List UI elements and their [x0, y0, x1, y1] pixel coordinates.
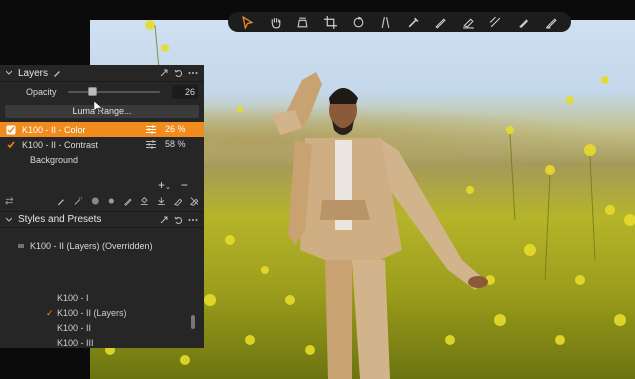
reset-icon[interactable]: [174, 69, 182, 77]
picker-icon: [408, 17, 419, 27]
preset-list: K100 - I ✓ K100 - II (Layers) K100 - II K…: [46, 291, 127, 351]
styles-title: Styles and Presets: [18, 214, 102, 225]
eraser-tool[interactable]: [457, 14, 481, 30]
layer-name: Background: [30, 154, 79, 165]
preset-label: K100 - I: [57, 293, 89, 303]
mouse-cursor-icon: [94, 101, 102, 113]
color-picker-tool[interactable]: [401, 14, 425, 30]
download-icon[interactable]: [157, 196, 166, 206]
select-tool[interactable]: [236, 14, 260, 30]
pan-tool-icon: [271, 17, 281, 28]
luma-range-button[interactable]: Luma Range...: [5, 105, 199, 118]
keystone-tool[interactable]: [374, 14, 398, 30]
keystone-tool-icon: [381, 16, 390, 28]
brush-icon: [435, 17, 446, 29]
preset-item[interactable]: K100 - II: [46, 321, 127, 336]
crop-tool-icon: [324, 15, 338, 29]
layer-add-remove: +⌄ −: [158, 178, 188, 192]
layer-item[interactable]: K100 - II - Color 26 %: [0, 122, 204, 137]
erase-mask-icon[interactable]: [173, 196, 183, 206]
swap-icon[interactable]: [5, 196, 14, 206]
pen-tool[interactable]: [539, 14, 563, 30]
eraser-icon: [462, 17, 474, 28]
copy-adjustments-icon[interactable]: [160, 69, 168, 77]
opacity-row: Opacity 26: [0, 82, 204, 102]
fill-mask-icon[interactable]: [140, 196, 149, 206]
style-dropdown[interactable]: K100 - II (Layers) (Overridden): [18, 241, 153, 251]
remove-layer-button[interactable]: −: [181, 178, 188, 192]
reset-icon[interactable]: [174, 216, 182, 224]
opacity-value-field[interactable]: 26: [172, 85, 198, 99]
checkmark-icon: ✓: [46, 308, 54, 318]
chevron-down-icon[interactable]: [6, 70, 12, 76]
layers-header[interactable]: Layers: [0, 65, 204, 82]
style-dropdown-label: K100 - II (Layers) (Overridden): [30, 241, 153, 251]
brush-mask-icon[interactable]: [57, 196, 66, 206]
preset-label: K100 - III: [57, 338, 94, 348]
layers-panel: Layers Opacity 26 Luma Range... K100 - I…: [0, 65, 204, 348]
preset-scrollbar[interactable]: [191, 315, 195, 329]
radial-mask-icon[interactable]: [91, 196, 100, 206]
sliders-icon: [146, 125, 156, 134]
rotate-tool[interactable]: [346, 14, 370, 30]
menu-icon: [18, 244, 24, 247]
linear-mask-tool[interactable]: [484, 14, 508, 30]
select-tool-icon: [242, 15, 254, 29]
clear-mask-icon[interactable]: [190, 196, 199, 206]
opacity-label: Opacity: [26, 87, 57, 97]
line-mask-icon: [490, 16, 501, 27]
layer-item[interactable]: Background: [0, 152, 204, 167]
layer-item[interactable]: K100 - II - Contrast 58 %: [0, 137, 204, 152]
add-layer-button[interactable]: +⌄: [158, 178, 171, 192]
checkbox-checked-icon: [6, 125, 16, 134]
gradient-mask-icon: [519, 18, 528, 28]
edit-icon[interactable]: [53, 69, 61, 77]
layers-title: Layers: [18, 67, 49, 79]
layer-tools-row: [0, 193, 204, 209]
layer-checkbox[interactable]: [6, 125, 16, 135]
magic-brush-icon[interactable]: [74, 196, 83, 206]
layer-name: K100 - II - Color: [22, 124, 86, 135]
layer-opacity: 58 %: [165, 139, 186, 149]
crop-tool[interactable]: [319, 14, 343, 30]
pan-tool[interactable]: [264, 14, 288, 30]
crop-shape-icon: [297, 17, 308, 27]
preset-item[interactable]: K100 - III: [46, 336, 127, 351]
pen-icon: [545, 17, 557, 29]
rotate-tool-icon: [353, 16, 363, 27]
preset-label: K100 - II (Layers): [57, 308, 127, 318]
layer-checkbox[interactable]: [6, 140, 16, 150]
more-icon[interactable]: [188, 216, 198, 224]
opacity-slider-thumb[interactable]: [88, 87, 97, 96]
pencil-icon[interactable]: [124, 196, 133, 206]
dot-icon[interactable]: [107, 196, 116, 206]
styles-header[interactable]: Styles and Presets: [0, 211, 204, 228]
layer-opacity: 26 %: [165, 124, 186, 134]
opacity-slider-track[interactable]: [68, 91, 160, 93]
chevron-down-icon[interactable]: [6, 217, 12, 223]
sliders-icon: [146, 140, 156, 149]
layer-name: K100 - II - Contrast: [22, 139, 99, 150]
tool-bar: [228, 12, 571, 32]
crop-shape-tool[interactable]: [291, 14, 315, 30]
person-figure: [272, 72, 488, 379]
gradient-mask-tool[interactable]: [512, 14, 536, 30]
preset-item[interactable]: K100 - I: [46, 291, 127, 306]
brush-tool[interactable]: [429, 14, 453, 30]
preset-item[interactable]: ✓ K100 - II (Layers): [46, 306, 127, 321]
copy-adjustments-icon[interactable]: [160, 216, 168, 224]
styles-section: Styles and Presets: [0, 211, 204, 228]
preset-label: K100 - II: [57, 323, 92, 333]
more-icon[interactable]: [188, 69, 198, 77]
checkmark-icon: [7, 141, 15, 148]
